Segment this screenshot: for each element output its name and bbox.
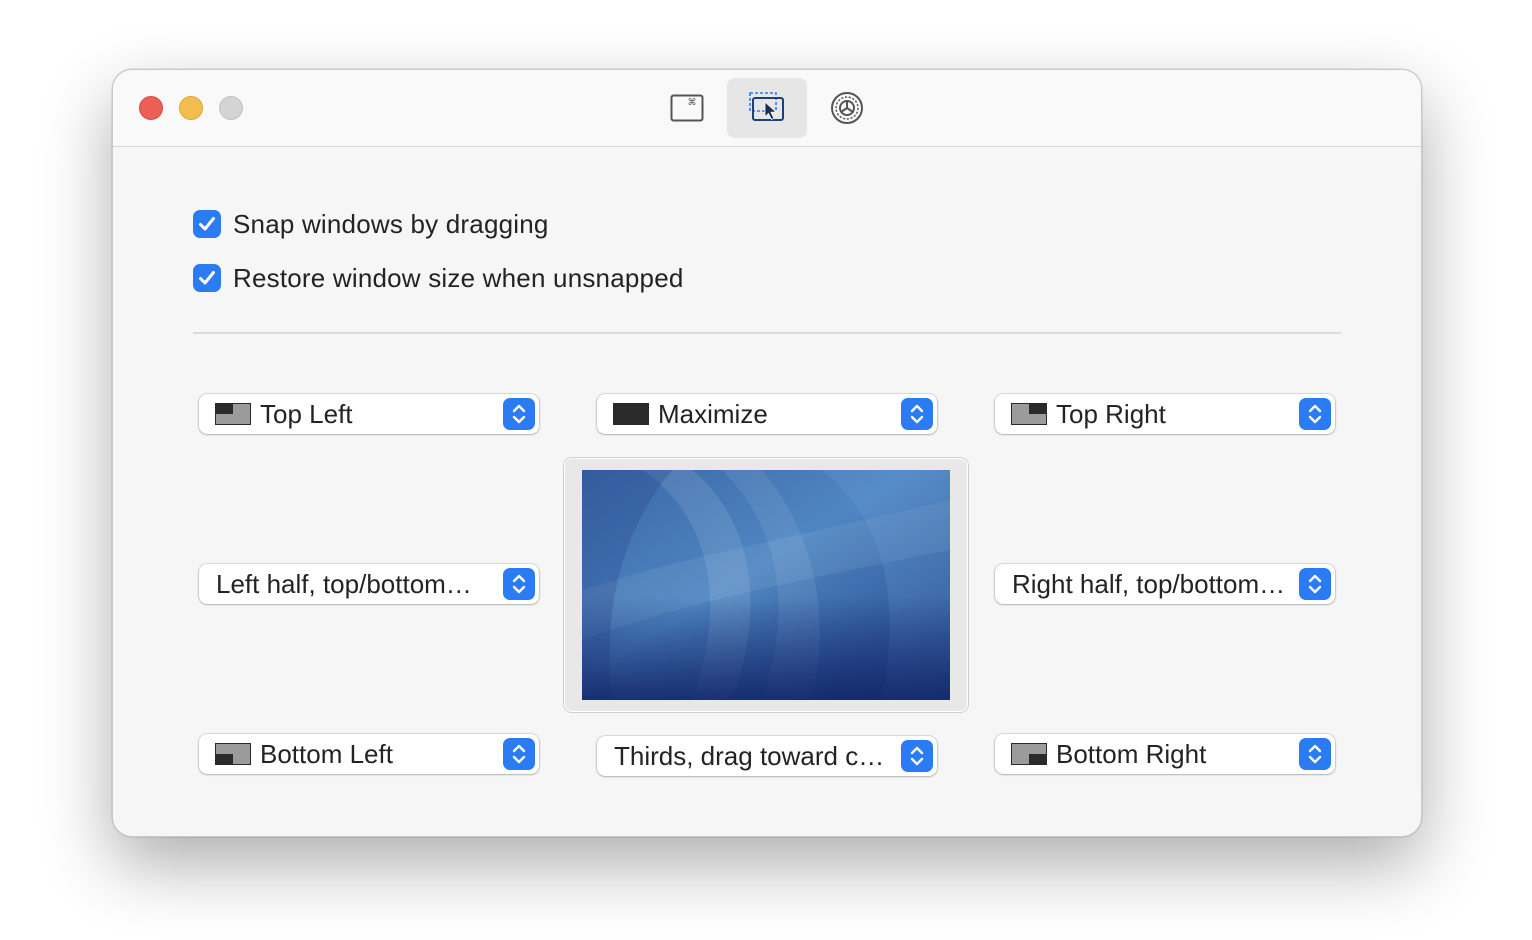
bottom-left-quarter-icon <box>215 743 251 765</box>
chevron-up-down-icon <box>512 744 526 764</box>
snap-windows-checkbox[interactable] <box>193 210 221 238</box>
window-drag-cursor-icon <box>749 92 784 121</box>
bottom-right-label: Bottom Right <box>1056 739 1207 769</box>
top-right-popup[interactable]: Top Right <box>995 394 1335 434</box>
right-half-label: Right half, top/bottom… <box>1012 569 1286 599</box>
bottom-right-popup[interactable]: Bottom Right <box>995 734 1335 774</box>
snap-windows-label: Snap windows by dragging <box>233 208 549 239</box>
popup-stepper <box>503 738 535 770</box>
snap-windows-setting[interactable]: Snap windows by dragging <box>193 209 549 239</box>
chevron-up-down-icon <box>1308 744 1322 764</box>
separator <box>193 332 1341 334</box>
bottom-right-quarter-icon <box>1011 743 1047 765</box>
minimize-button[interactable] <box>179 96 203 120</box>
chevron-up-down-icon <box>910 404 924 424</box>
popup-stepper <box>1299 398 1331 430</box>
thirds-label: Thirds, drag toward c… <box>614 741 885 771</box>
restore-size-checkbox[interactable] <box>193 264 221 292</box>
left-half-label: Left half, top/bottom… <box>216 569 472 599</box>
popup-stepper <box>503 398 535 430</box>
top-left-label: Top Left <box>260 399 353 429</box>
bottom-left-label: Bottom Left <box>260 739 393 769</box>
maximize-label: Maximize <box>658 399 768 429</box>
desktop-wallpaper-preview <box>582 470 950 700</box>
keyboard-command-icon: ⌘ <box>670 94 704 122</box>
tab-snap-areas[interactable] <box>727 78 807 138</box>
maximize-popup[interactable]: Maximize <box>597 394 937 434</box>
restore-size-label: Restore window size when unsnapped <box>233 262 684 293</box>
title-bar: ⌘ <box>113 70 1421 147</box>
popup-stepper <box>1299 738 1331 770</box>
checkmark-icon <box>199 217 215 231</box>
chevron-up-down-icon <box>512 574 526 594</box>
top-right-label: Top Right <box>1056 399 1166 429</box>
zoom-button <box>219 96 243 120</box>
chevron-up-down-icon <box>512 404 526 424</box>
chevron-up-down-icon <box>1308 404 1322 424</box>
thirds-popup[interactable]: Thirds, drag toward c… <box>597 736 937 776</box>
popup-stepper <box>503 568 535 600</box>
screen-preview-frame <box>564 458 968 712</box>
settings-window: ⌘ Snap windows by dragging Restore windo… <box>112 69 1422 837</box>
right-half-popup[interactable]: Right half, top/bottom… <box>995 564 1335 604</box>
popup-stepper <box>901 398 933 430</box>
tab-general-settings[interactable] <box>807 78 887 138</box>
top-left-popup[interactable]: Top Left <box>199 394 539 434</box>
bottom-left-popup[interactable]: Bottom Left <box>199 734 539 774</box>
chevron-up-down-icon <box>1308 574 1322 594</box>
tab-keyboard-shortcuts[interactable]: ⌘ <box>647 78 727 138</box>
popup-stepper <box>901 740 933 772</box>
popup-stepper <box>1299 568 1331 600</box>
checkmark-icon <box>199 271 215 285</box>
chevron-up-down-icon <box>910 746 924 766</box>
svg-text:⌘: ⌘ <box>688 98 697 108</box>
close-button[interactable] <box>139 96 163 120</box>
maximize-icon <box>613 403 649 425</box>
gear-icon <box>831 92 863 124</box>
restore-size-setting[interactable]: Restore window size when unsnapped <box>193 263 684 293</box>
top-right-quarter-icon <box>1011 403 1047 425</box>
left-half-popup[interactable]: Left half, top/bottom… <box>199 564 539 604</box>
top-left-quarter-icon <box>215 403 251 425</box>
